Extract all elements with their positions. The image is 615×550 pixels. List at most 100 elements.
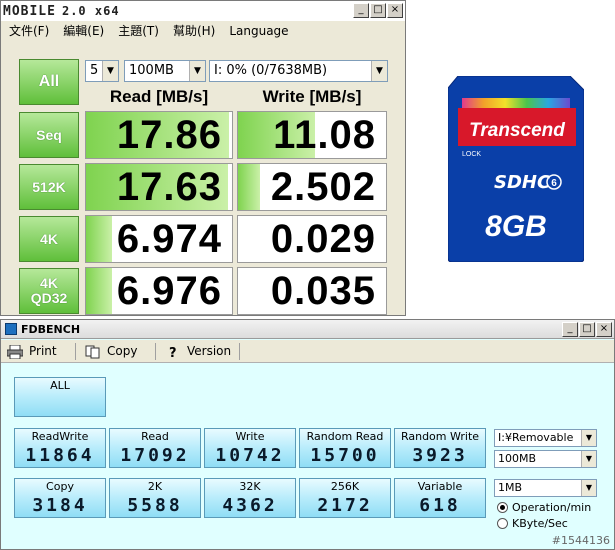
drive-value: I: 0% (0/7638MB) <box>214 63 328 78</box>
chevron-down-icon: ▼ <box>581 480 596 496</box>
4k-write-cell: 0.029 <box>237 215 387 263</box>
2k-value: 5588 <box>127 495 183 516</box>
512k-read-value: 17.63 <box>116 165 222 209</box>
maximize-button[interactable]: □ <box>370 3 386 18</box>
copy-test-button[interactable]: Copy 3184 <box>14 478 106 518</box>
operation-radio[interactable]: Operation/min <box>497 500 591 514</box>
512k-write-bar <box>238 164 261 210</box>
count-value: 5 <box>90 63 99 78</box>
menu-edit[interactable]: 編輯(E) <box>63 22 104 41</box>
menu-help[interactable]: 幫助(H) <box>173 22 215 41</box>
fdb-all-button[interactable]: ALL <box>14 377 106 417</box>
title-bar: MOBILE 2.0 x64 _ □ × <box>1 1 405 21</box>
menu-theme[interactable]: 主題(T) <box>118 22 159 41</box>
4k-write-value: 0.029 <box>270 217 376 261</box>
seq-write-cell: 11.08 <box>237 111 387 159</box>
class-text: 6 <box>551 178 557 189</box>
crystaldiskmark-window: MOBILE 2.0 x64 _ □ × 文件(F) 編輯(E) 主題(T) 幫助… <box>0 0 406 316</box>
write-value: 10742 <box>215 445 285 466</box>
version-label: Version <box>187 344 232 358</box>
minimize-button[interactable]: _ <box>353 3 369 18</box>
lock-text: LOCK <box>462 151 481 158</box>
print-button[interactable]: Print <box>7 342 57 361</box>
random-read-button[interactable]: Random Read 15700 <box>299 428 391 468</box>
menu-file[interactable]: 文件(F) <box>9 22 49 41</box>
copy-label: Copy <box>107 344 138 358</box>
brand-text: Transcend <box>469 120 565 141</box>
chevron-down-icon: ▼ <box>581 430 596 446</box>
close-button[interactable]: × <box>596 322 612 337</box>
version-button[interactable]: ? Version <box>165 342 231 361</box>
sdhc-card-image: Transcend LOCK SDHC 6 8GB <box>448 76 584 262</box>
maximize-button[interactable]: □ <box>579 322 595 337</box>
menu-bar: 文件(F) 編輯(E) 主題(T) 幫助(H) Language <box>1 22 405 41</box>
copy-test-label: Copy <box>46 480 74 493</box>
all-button[interactable]: All <box>19 59 79 105</box>
drive-select[interactable]: I:¥Removable ▼ <box>494 429 597 447</box>
fdbench-window: FDBENCH _ □ × Print Copy ? Version ALL R… <box>0 319 615 550</box>
fdbench-toolbar: Print Copy ? Version <box>1 340 614 363</box>
minimize-button[interactable]: _ <box>562 322 578 337</box>
window-controls: _ □ × <box>353 3 403 18</box>
chevron-down-icon: ▼ <box>102 61 118 81</box>
32k-value: 4362 <box>222 495 278 516</box>
32k-label: 32K <box>239 480 261 493</box>
512k-button[interactable]: 512K <box>19 164 79 210</box>
seq-read-value: 17.86 <box>116 113 222 157</box>
title-logo: MOBILE <box>3 4 56 19</box>
write-label: Write <box>235 430 265 443</box>
chevron-down-icon: ▼ <box>371 61 387 81</box>
radio-unselected-icon <box>497 517 508 529</box>
sdhc-logo: SDHC <box>494 172 551 193</box>
drive-select-value: I:¥Removable <box>498 431 574 444</box>
4k-qd32-write-value: 0.035 <box>270 269 376 313</box>
app-title: MOBILE 2.0 x64 <box>3 2 120 20</box>
random-write-button[interactable]: Random Write 3923 <box>394 428 486 468</box>
4k-qd32-write-cell: 0.035 <box>237 267 387 315</box>
rainbow-stripe <box>462 98 570 108</box>
toolbar-separator <box>239 343 240 360</box>
random-write-value: 3923 <box>412 445 468 466</box>
readwrite-label: ReadWrite <box>31 430 89 443</box>
toolbar-separator <box>75 343 76 360</box>
seq-read-cell: 17.86 <box>85 111 233 159</box>
write-button[interactable]: Write 10742 <box>204 428 296 468</box>
4k-qd32-read-value: 6.976 <box>116 269 222 313</box>
write-header: Write [MB/s] <box>262 87 362 106</box>
count-select[interactable]: 5 ▼ <box>85 60 119 82</box>
32k-button[interactable]: 32K 4362 <box>204 478 296 518</box>
app-icon <box>5 323 17 335</box>
chevron-down-icon: ▼ <box>189 61 205 81</box>
readwrite-button[interactable]: ReadWrite 11864 <box>14 428 106 468</box>
print-label: Print <box>29 344 57 358</box>
operation-radio-label: Operation/min <box>512 500 592 514</box>
read-button[interactable]: Read 17092 <box>109 428 201 468</box>
watermark: #1544136 <box>551 534 610 547</box>
help-icon: ? <box>169 346 177 359</box>
4k-qd32-button[interactable]: 4K QD32 <box>19 268 79 314</box>
drive-select[interactable]: I: 0% (0/7638MB) ▼ <box>209 60 388 82</box>
4k-button[interactable]: 4K <box>19 216 79 262</box>
fdb-all-label: ALL <box>50 379 70 392</box>
size-select[interactable]: 100MB ▼ <box>124 60 206 82</box>
2k-button[interactable]: 2K 5588 <box>109 478 201 518</box>
256k-button[interactable]: 256K 2172 <box>299 478 391 518</box>
4k-qd32-label-line1: 4K <box>40 275 58 292</box>
variable-value: 618 <box>419 495 461 516</box>
seq-button[interactable]: Seq <box>19 112 79 158</box>
2k-label: 2K <box>147 480 163 493</box>
variable-button[interactable]: Variable 618 <box>394 478 486 518</box>
copy-button[interactable]: Copy <box>85 342 137 361</box>
read-label: Read <box>141 430 169 443</box>
256k-label: 256K <box>330 480 360 493</box>
copy-icon <box>85 345 100 358</box>
chevron-down-icon: ▼ <box>581 451 596 467</box>
size-select[interactable]: 100MB ▼ <box>494 450 597 468</box>
random-read-value: 15700 <box>310 445 380 466</box>
menu-language[interactable]: Language <box>229 22 288 41</box>
close-button[interactable]: × <box>387 3 403 18</box>
block-size-select[interactable]: 1MB ▼ <box>494 479 597 497</box>
4k-qd32-label-line2: QD32 <box>30 290 68 306</box>
512k-write-cell: 2.502 <box>237 163 387 211</box>
kbyte-radio[interactable]: KByte/Sec <box>497 516 568 530</box>
